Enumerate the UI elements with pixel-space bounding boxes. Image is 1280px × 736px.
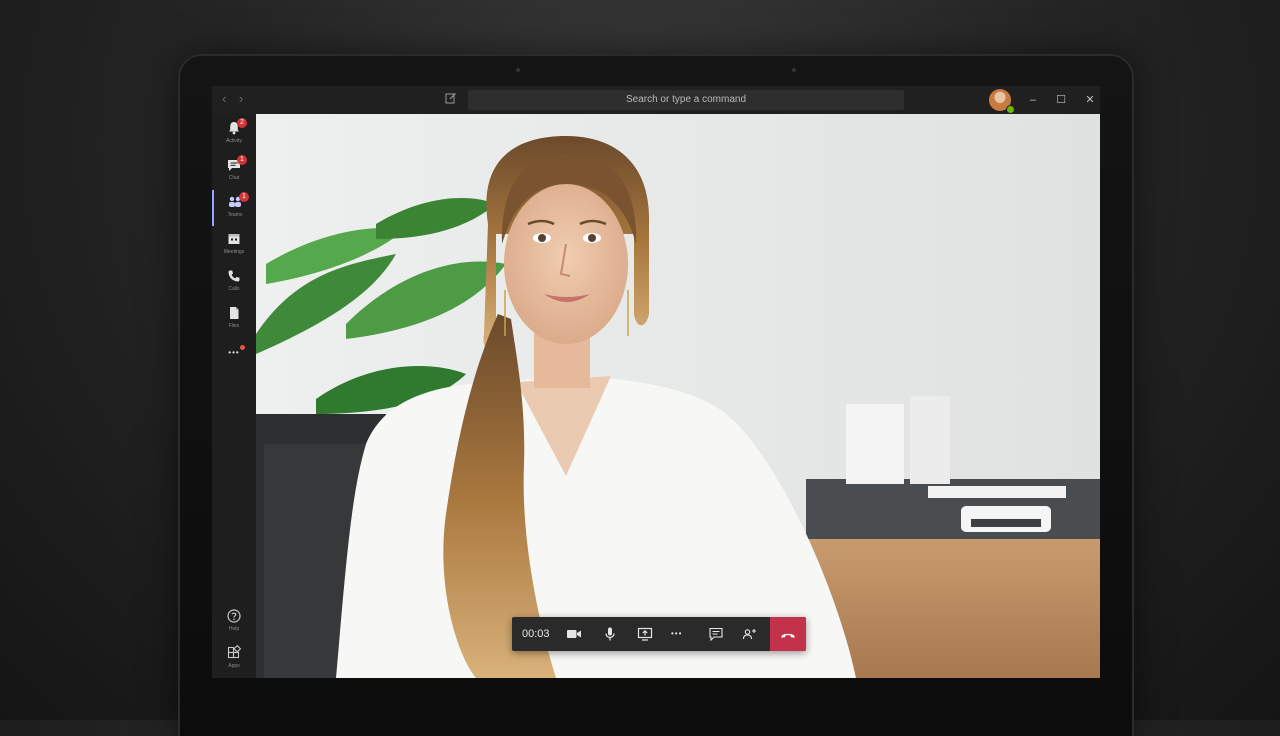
participant-video-image [256,114,1100,678]
chat-badge: 1 [237,155,247,165]
camera-toggle-button[interactable] [558,617,590,651]
search-input[interactable]: Search or type a command [468,90,904,110]
laptop-camera-dot [792,68,796,72]
more-icon: ••• [671,629,683,638]
minimize-button[interactable]: – [1025,92,1041,108]
app-rail: Activity 2 Chat 1 Teams 1 Meetings Calls… [212,114,256,678]
phone-icon [228,270,240,282]
participants-icon [742,629,756,640]
rail-item-apps[interactable]: Apps [212,641,256,677]
rail-item-chat[interactable]: Chat 1 [212,153,256,189]
compose-icon[interactable] [445,92,457,104]
close-button[interactable]: ✕ [1082,92,1098,108]
forward-icon[interactable]: › [239,91,243,107]
rail-label-calls: Calls [228,286,240,292]
rail-item-teams[interactable]: Teams 1 [212,190,256,226]
calendar-icon [228,234,240,244]
rail-label-teams: Teams [227,212,243,218]
rail-item-calls[interactable]: Calls [212,264,256,300]
video-feed [256,114,1100,678]
laptop-sensor-dot [516,68,520,72]
hang-up-button[interactable] [770,617,806,651]
rail-item-meetings[interactable]: Meetings [212,227,256,263]
microphone-icon [605,627,615,641]
hang-up-icon [781,633,795,638]
help-icon [227,609,241,623]
share-screen-button[interactable] [629,617,661,651]
rail-label-files: Files [228,323,240,329]
rail-label-chat: Chat [228,175,240,181]
rail-label-activity: Activity [226,138,242,144]
rail-label-apps: Apps [228,663,240,669]
more-icon: ••• [228,348,240,357]
rail-item-files[interactable]: Files [212,301,256,337]
rail-item-more[interactable]: ••• [212,342,256,362]
presence-status-indicator [1006,105,1015,114]
rail-label-help: Help [228,626,240,632]
call-timer: 00:03 [522,628,550,640]
laptop-frame: ‹ › Search or type a command – ☐ ✕ Activ… [180,56,1132,736]
rail-item-activity[interactable]: Activity 2 [212,116,256,152]
back-icon[interactable]: ‹ [222,91,226,107]
rail-label-meetings: Meetings [223,249,245,255]
teams-badge: 1 [239,192,249,202]
apps-icon [227,645,242,659]
show-conversation-button[interactable] [700,617,732,651]
call-controls-bar: 00:03 ••• [512,617,806,651]
rail-item-help[interactable]: Help [212,604,256,640]
share-screen-icon [637,627,653,641]
title-bar: ‹ › Search or type a command – ☐ ✕ [212,86,1100,114]
video-camera-icon [567,630,581,638]
show-participants-button[interactable] [734,617,766,651]
teams-window: ‹ › Search or type a command – ☐ ✕ Activ… [212,86,1100,678]
chat-icon [709,627,723,642]
more-notification-dot [240,345,245,350]
maximize-button[interactable]: ☐ [1053,92,1069,108]
activity-badge: 2 [237,118,247,128]
more-actions-button[interactable]: ••• [664,617,696,651]
microphone-toggle-button[interactable] [594,617,626,651]
file-icon [230,307,239,319]
